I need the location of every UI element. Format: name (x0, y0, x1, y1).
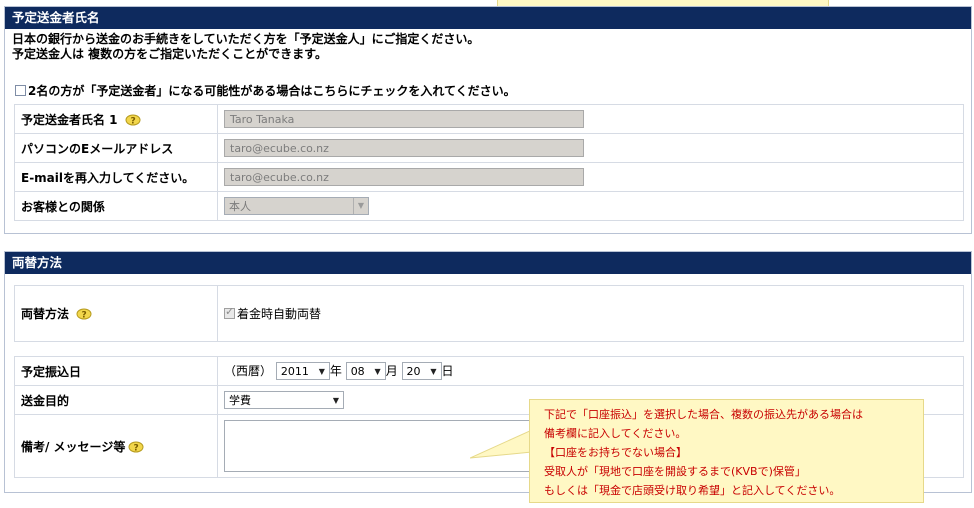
method-label-cell: 両替方法 ? (14, 285, 218, 342)
intro-line-2: 予定送金人は 複数の方をご指定いただくことができます。 (12, 47, 327, 61)
year-select-value: 2011 (280, 364, 309, 378)
method-row: 両替方法 ? 着金時自動両替 (14, 285, 964, 342)
tooltip-line-5: もしくは「現金で店頭受け取り希望」と記入してください。 (544, 484, 841, 497)
date-label: 予定振込日 (21, 364, 82, 379)
date-row: 予定振込日 （西暦） 2011 ▼ 年 08 ▼ 月 20 ▼ 日 (14, 356, 964, 386)
relation-select[interactable]: 本人 ▼ (224, 197, 369, 215)
sender-section-title: 予定送金者氏名 (5, 7, 971, 29)
purpose-select-value: 学費 (229, 394, 251, 407)
sender-panel: 予定送金者氏名 日本の銀行から送金のお手続きをしていただく方を「予定送金人」にご… (4, 6, 972, 234)
intro-line-1: 日本の銀行から送金のお手続きをしていただく方を「予定送金人」にご指定ください。 (12, 32, 480, 46)
day-unit: 日 (441, 363, 454, 378)
date-value-cell: （西暦） 2011 ▼ 年 08 ▼ 月 20 ▼ 日 (217, 356, 964, 386)
name-label-cell: 予定送金者氏名 1 ? (14, 104, 218, 134)
sender-intro: 日本の銀行から送金のお手続きをしていただく方を「予定送金人」にご指定ください。 … (5, 29, 971, 62)
relation-value-cell: 本人 ▼ (217, 191, 964, 221)
day-select[interactable]: 20 ▼ (401, 362, 442, 381)
chevron-down-icon: ▼ (374, 366, 381, 376)
chevron-down-icon: ▼ (430, 366, 437, 376)
svg-text:?: ? (130, 116, 135, 126)
auto-exchange-option: 着金時自動両替 (224, 305, 963, 322)
tooltip-line-2: 備考欄に記入してください。 (544, 427, 687, 440)
name-value-cell: Taro Tanaka (217, 104, 964, 134)
date-label-cell: 予定振込日 (14, 356, 218, 386)
remarks-tooltip: 下記で「口座振込」を選択した場合、複数の振込先がある場合は 備考欄に記入してくだ… (529, 399, 924, 503)
relation-label-cell: お客様との関係 (14, 191, 218, 221)
help-icon[interactable]: ? (75, 308, 95, 321)
help-icon[interactable]: ? (124, 114, 144, 127)
era-label: （西暦） (224, 363, 273, 378)
relation-label: お客様との関係 (21, 199, 105, 214)
two-senders-label: 2名の方が「予定送金者」になる可能性がある場合はこちらにチェックを入れてください… (28, 84, 516, 98)
sender-name-input[interactable]: Taro Tanaka (224, 110, 584, 128)
email-input[interactable]: taro@ecube.co.nz (224, 139, 584, 157)
email-confirm-label: E-mailを再入力してください。 (21, 170, 195, 185)
purpose-select[interactable]: 学費 ▼ (224, 391, 344, 409)
relation-row: お客様との関係 本人 ▼ (14, 191, 964, 221)
year-select[interactable]: 2011 ▼ (275, 362, 330, 381)
method-label: 両替方法 (21, 307, 70, 321)
email-label-cell: パソコンのEメールアドレス (14, 133, 218, 163)
auto-exchange-checkbox[interactable] (224, 305, 235, 319)
purpose-label-cell: 送金目的 (14, 385, 218, 415)
email-confirm-label-cell: E-mailを再入力してください。 (14, 162, 218, 192)
two-senders-checkbox[interactable] (15, 85, 26, 96)
chevron-down-icon: ▼ (318, 366, 325, 376)
remarks-label: 備考/ メッセージ等 (21, 439, 126, 454)
name-row: 予定送金者氏名 1 ? Taro Tanaka (14, 104, 964, 134)
svg-text:?: ? (134, 443, 139, 453)
name-label: 予定送金者氏名 1 (21, 112, 118, 127)
tooltip-line-4: 受取人が「現地で口座を開設するまで(KVBで)保管」 (544, 465, 806, 478)
exchange-method-form: 両替方法 ? 着金時自動両替 (14, 285, 964, 342)
help-icon[interactable]: ? (127, 441, 147, 454)
chevron-down-icon: ▼ (332, 395, 339, 405)
two-senders-row: 2名の方が「予定送金者」になる可能性がある場合はこちらにチェックを入れてください… (15, 82, 516, 99)
month-select[interactable]: 08 ▼ (345, 362, 386, 381)
tooltip-line-3: 【口座をお持ちでない場合】 (544, 446, 687, 459)
email-value-cell: taro@ecube.co.nz (217, 133, 964, 163)
month-unit: 月 (385, 363, 398, 378)
email-label: パソコンのEメールアドレス (21, 141, 174, 156)
email-confirm-row: E-mailを再入力してください。 taro@ecube.co.nz (14, 162, 964, 192)
exchange-section-title: 両替方法 (5, 252, 971, 274)
purpose-label: 送金目的 (21, 393, 70, 408)
email-confirm-value-cell: taro@ecube.co.nz (217, 162, 964, 192)
svg-text:?: ? (82, 311, 87, 321)
chevron-down-icon: ▼ (352, 198, 368, 214)
tooltip-line-1: 下記で「口座振込」を選択した場合、複数の振込先がある場合は (544, 408, 863, 421)
day-select-value: 20 (406, 364, 421, 378)
method-value-cell: 着金時自動両替 (217, 285, 964, 342)
tooltip-pointer (470, 430, 532, 459)
remarks-label-cell: 備考/ メッセージ等? (14, 414, 218, 478)
email-row: パソコンのEメールアドレス taro@ecube.co.nz (14, 133, 964, 163)
year-unit: 年 (329, 363, 342, 378)
auto-exchange-label: 着金時自動両替 (237, 307, 322, 321)
sender-form: 予定送金者氏名 1 ? Taro Tanaka パソコンのEメールアドレス ta… (14, 104, 964, 221)
month-select-value: 08 (350, 364, 365, 378)
relation-select-value: 本人 (229, 200, 251, 213)
email-confirm-input[interactable]: taro@ecube.co.nz (224, 168, 584, 186)
